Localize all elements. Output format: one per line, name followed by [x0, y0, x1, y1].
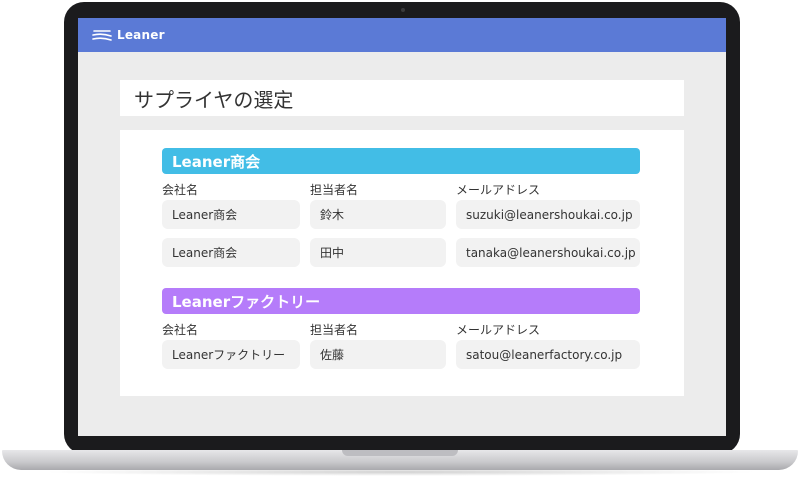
- column-label-contact: 担当者名: [310, 183, 359, 197]
- company-field[interactable]: Leanerファクトリー: [162, 340, 300, 369]
- page-title: サプライヤの選定: [134, 87, 294, 112]
- supplier-header: Leaner商会: [162, 148, 640, 174]
- supplier-name: Leaner商会: [172, 152, 261, 171]
- laptop-base: [2, 450, 798, 470]
- logo-icon: [92, 30, 112, 41]
- supplier-name: Leanerファクトリー: [172, 292, 321, 311]
- supplier-header: Leanerファクトリー: [162, 288, 640, 314]
- contact-field[interactable]: 佐藤: [310, 340, 446, 369]
- column-label-company: 会社名: [162, 183, 199, 197]
- laptop-lid: Leaner サプライヤの選定 Leaner商会 会社名 担当者名 メールアドレ…: [64, 2, 740, 454]
- logo-text: Leaner: [117, 28, 165, 42]
- column-label-email: メールアドレス: [456, 323, 541, 337]
- laptop-notch: [342, 450, 458, 456]
- column-label-email: メールアドレス: [456, 183, 541, 197]
- email-field[interactable]: satou@leanerfactory.co.jp: [456, 340, 640, 369]
- email-field[interactable]: suzuki@leanershoukai.co.jp: [456, 200, 640, 229]
- company-field[interactable]: Leaner商会: [162, 238, 300, 267]
- app-header: Leaner: [78, 18, 726, 52]
- column-label-contact: 担当者名: [310, 323, 359, 337]
- company-field[interactable]: Leaner商会: [162, 200, 300, 229]
- contact-field[interactable]: 鈴木: [310, 200, 446, 229]
- email-field[interactable]: tanaka@leanershoukai.co.jp: [456, 238, 640, 267]
- logo[interactable]: Leaner: [92, 28, 165, 42]
- camera-icon: [401, 8, 405, 12]
- column-label-company: 会社名: [162, 323, 199, 337]
- title-card: サプライヤの選定: [120, 80, 684, 116]
- app-screen: Leaner サプライヤの選定 Leaner商会 会社名 担当者名 メールアドレ…: [78, 18, 726, 436]
- supplier-list: Leaner商会 会社名 担当者名 メールアドレス Leaner商会 鈴木 su…: [120, 130, 684, 396]
- contact-field[interactable]: 田中: [310, 238, 446, 267]
